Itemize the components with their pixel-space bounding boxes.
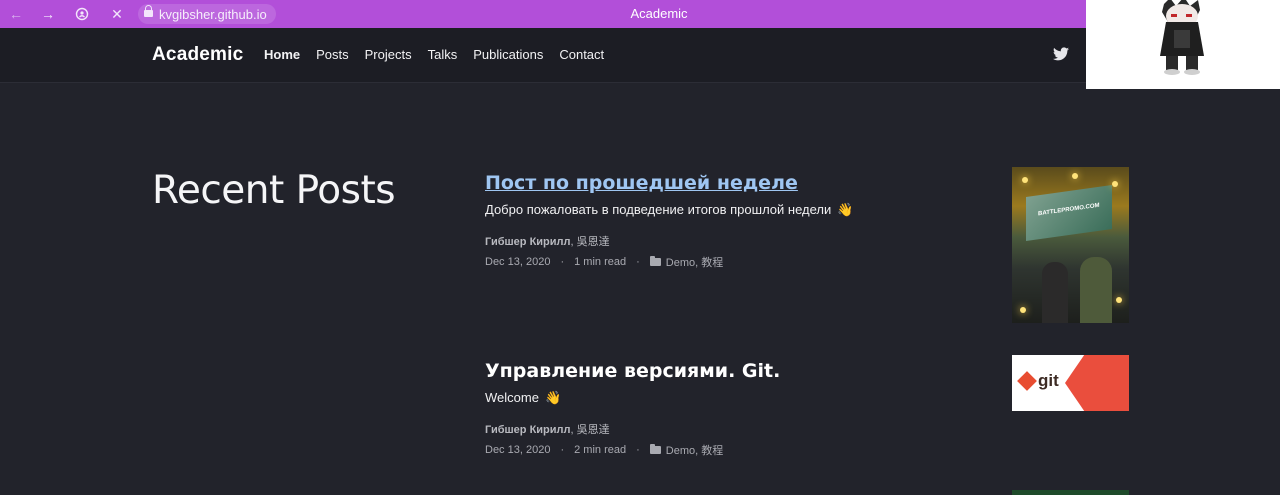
post-meta: Dec 13, 2020 · 1 min read · Demo, 教程 bbox=[485, 254, 1005, 270]
post-thumbnail-partial[interactable] bbox=[1012, 490, 1129, 495]
post-categories[interactable]: Demo, 教程 bbox=[666, 254, 723, 270]
post-categories[interactable]: Demo, 教程 bbox=[666, 442, 723, 458]
post-summary: Welcome 👋 bbox=[485, 390, 1005, 406]
nav-publications[interactable]: Publications bbox=[473, 47, 543, 62]
twitter-icon[interactable] bbox=[1053, 47, 1069, 61]
post-thumbnail[interactable]: BATTLEPROMO.COM bbox=[1012, 167, 1129, 323]
post-summary-text: Welcome bbox=[485, 390, 539, 405]
post-date: Dec 13, 2020 bbox=[485, 444, 551, 456]
main-menu: Home Posts Projects Talks Publications C… bbox=[264, 47, 620, 62]
post-title-link[interactable]: Пост по прошедшей неделе bbox=[485, 172, 1005, 194]
nav-talks[interactable]: Talks bbox=[428, 47, 458, 62]
post-authors: Гибшер Кирилл, 吳恩達 bbox=[485, 233, 1005, 249]
post-meta: Dec 13, 2020 · 2 min read · Demo, 教程 bbox=[485, 442, 1005, 458]
post-title-link[interactable]: Управление версиями. Git. bbox=[485, 360, 1005, 382]
meta-separator: · bbox=[560, 444, 565, 456]
author-secondary: , 吳恩達 bbox=[570, 236, 610, 248]
post-summary: Добро пожаловать в подведение итогов про… bbox=[485, 202, 1005, 218]
post-date: Dec 13, 2020 bbox=[485, 256, 551, 268]
folder-icon bbox=[649, 444, 661, 454]
page-title: Recent Posts bbox=[152, 168, 396, 213]
nav-home[interactable]: Home bbox=[264, 47, 300, 62]
site-brand-link[interactable]: Academic bbox=[152, 44, 243, 66]
post-thumbnail[interactable]: git bbox=[1012, 355, 1129, 411]
author-secondary: , 吳恩達 bbox=[570, 424, 610, 436]
author-link[interactable]: Гибшер Кирилл bbox=[485, 424, 571, 436]
post-read-time: 1 min read bbox=[574, 256, 627, 268]
post-read-time: 2 min read bbox=[574, 444, 627, 456]
video-overlay bbox=[1086, 0, 1280, 89]
meta-separator: · bbox=[636, 444, 640, 456]
thumbnail-screen-text: BATTLEPROMO.COM bbox=[1038, 202, 1100, 218]
waving-hand-icon: 👋 bbox=[837, 202, 854, 217]
nav-contact[interactable]: Contact bbox=[559, 47, 604, 62]
thumbnail-git-text: git bbox=[1038, 371, 1059, 390]
meta-separator: · bbox=[560, 256, 565, 268]
author-link[interactable]: Гибшер Кирилл bbox=[485, 236, 571, 248]
meta-separator: · bbox=[636, 256, 640, 268]
post-summary-text: Добро пожаловать в подведение итогов про… bbox=[485, 202, 832, 217]
git-logo-icon bbox=[1017, 371, 1037, 391]
post-item: Управление версиями. Git. Welcome 👋 Гибше… bbox=[485, 360, 1005, 458]
folder-icon bbox=[649, 256, 661, 266]
character-image bbox=[1160, 0, 1204, 75]
waving-hand-icon: 👋 bbox=[544, 390, 562, 405]
post-authors: Гибшер Кирилл, 吳恩達 bbox=[485, 421, 1005, 437]
nav-posts[interactable]: Posts bbox=[316, 47, 349, 62]
post-item: Пост по прошедшей неделе Добро пожаловат… bbox=[485, 172, 1005, 270]
nav-projects[interactable]: Projects bbox=[365, 47, 412, 62]
